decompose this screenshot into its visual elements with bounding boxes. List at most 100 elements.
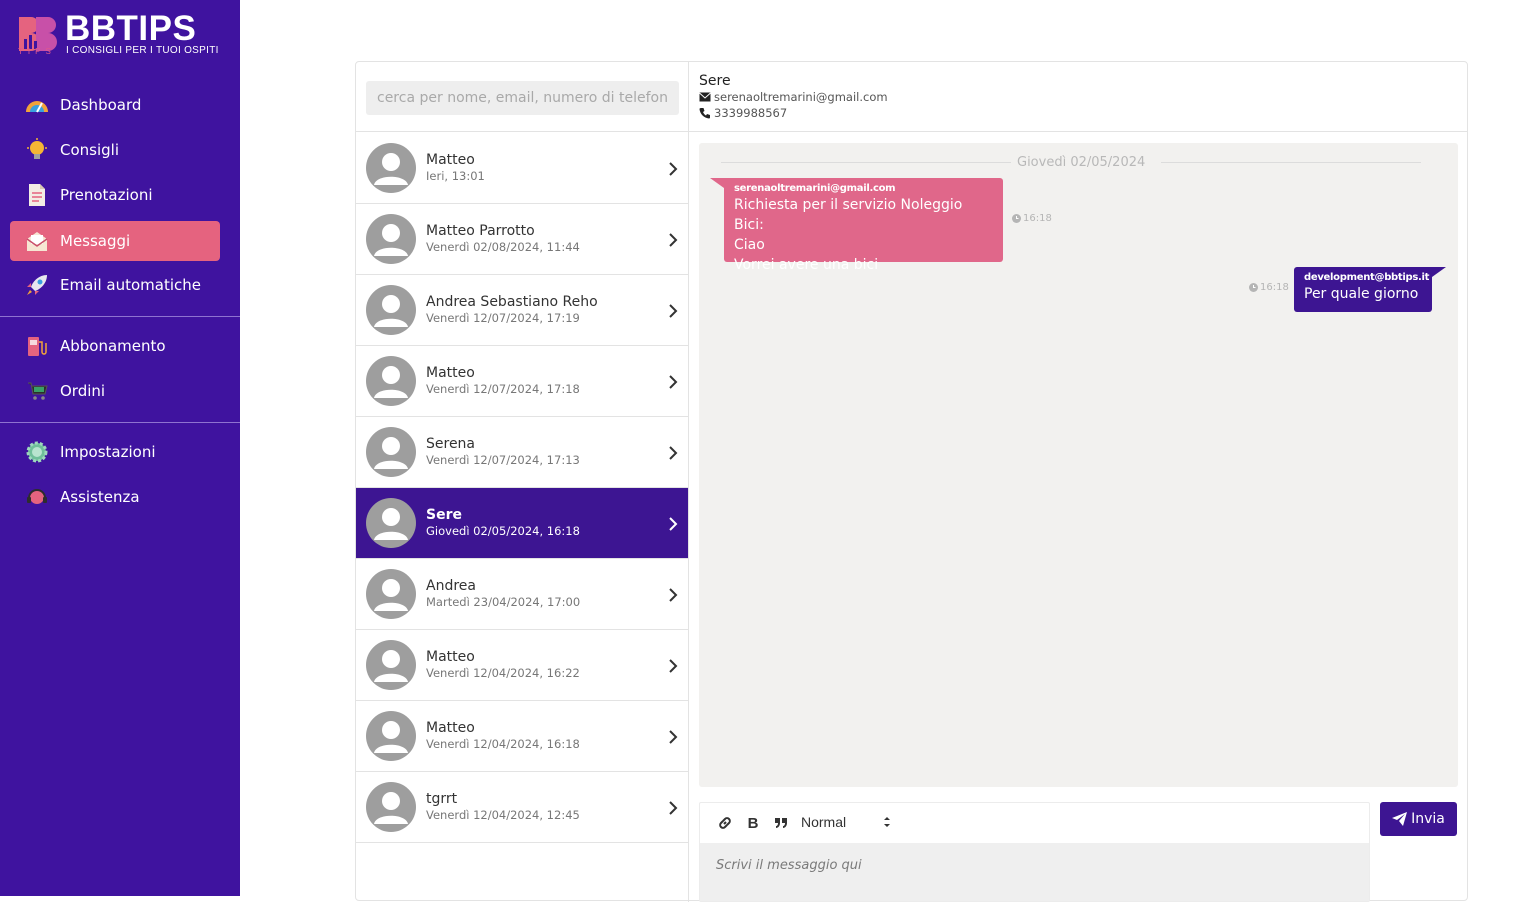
contact-row[interactable]: Matteo Venerdì 12/04/2024, 16:22 [356,630,688,701]
editor-toolbar: B Normal [700,803,1369,843]
contact-date: Giovedì 02/05/2024, 16:18 [426,524,580,538]
chat-messages-area[interactable]: Giovedì 02/05/2024 serenaoltremarini@gma… [699,143,1458,787]
contact-row[interactable]: Matteo Parrotto Venerdì 02/08/2024, 11:44 [356,204,688,275]
contact-date: Ieri, 13:01 [426,169,485,183]
brand-logo[interactable]: BBTIPS TIPS I CONSIGLI PER I TUOI OSPITI [16,9,218,60]
contact-row[interactable]: Matteo Venerdì 12/04/2024, 16:18 [356,701,688,772]
phone-icon [699,108,710,119]
message-sender: serenaoltremarini@gmail.com [734,183,896,194]
chat-header: Sere serenaoltremarini@gmail.com 3339988… [689,62,1467,132]
cart-icon [24,378,50,404]
sidebar-item-label: Impostazioni [60,443,156,461]
sidebar-item-assistenza[interactable]: Assistenza [10,477,220,517]
bubble-tail [1432,267,1446,277]
contact-date: Venerdì 12/04/2024, 12:45 [426,808,580,822]
contact-name: Matteo [426,365,475,381]
select-arrows-icon [884,817,890,827]
chevron-right-icon [667,232,679,247]
sidebar-item-label: Ordini [60,382,106,400]
contact-date: Venerdì 12/04/2024, 16:18 [426,737,580,751]
avatar-icon [366,143,416,193]
avatar-icon [366,569,416,619]
sidebar-item-label: Abbonamento [60,337,166,355]
lightbulb-icon [24,137,50,163]
contact-name: Andrea Sebastiano Reho [426,294,598,310]
time-text: 16:18 [1023,213,1052,224]
sidebar-item-impostazioni[interactable]: Impostazioni [10,432,220,472]
phone-text: 3339988567 [714,106,788,120]
sidebar: BBTIPS TIPS I CONSIGLI PER I TUOI OSPITI… [0,0,240,896]
contact-name: Sere [426,507,462,523]
separator-line [721,162,1011,163]
incoming-message: serenaoltremarini@gmail.com Richiesta pe… [710,178,1003,273]
contact-row[interactable]: Matteo Ieri, 13:01 [356,133,688,204]
format-select-value: Normal [801,814,847,830]
chat-contact-phone: 3339988567 [699,106,787,120]
link-icon[interactable] [714,812,736,834]
email-text: serenaoltremarini@gmail.com [714,90,888,104]
messages-panel: MatteoIeri, 13:01Matteo ParrottoVenerdì … [355,61,1468,902]
contact-date: Venerdì 12/07/2024, 17:19 [426,311,580,325]
message-editor[interactable]: Scrivi il messaggio qui [700,843,1369,901]
avatar-icon [366,498,416,548]
day-separator: Giovedì 02/05/2024 [721,155,1421,171]
contact-row[interactable]: Matteo Venerdì 12/07/2024, 17:18 [356,346,688,417]
sidebar-item-label: Assistenza [60,488,140,506]
sidebar-item-ordini[interactable]: Ordini [10,371,220,411]
contact-row[interactable]: Serena Venerdì 12/07/2024, 17:13 [356,417,688,488]
contact-name: tgrrt [426,791,458,807]
sidebar-item-label: Prenotazioni [60,186,153,204]
day-label: Giovedì 02/05/2024 [1011,155,1152,170]
headset-icon [24,484,50,510]
format-select[interactable]: Normal [801,814,891,832]
chevron-right-icon [667,729,679,744]
sidebar-item-label: Consigli [60,141,119,159]
contact-row[interactable]: Andrea Sebastiano Reho Venerdì 12/07/2024… [356,275,688,346]
avatar-icon [366,285,416,335]
contact-date: Venerdì 02/08/2024, 11:44 [426,240,580,254]
message-text: Per quale giorno [1304,286,1419,302]
chevron-right-icon [667,303,679,318]
sidebar-divider [0,316,240,317]
clock-icon [1249,283,1258,292]
avatar-icon [366,427,416,477]
message-text: Richiesta per il servizio Noleggio Bici:… [734,197,963,273]
brand-title: BBTIPS [65,9,197,48]
sidebar-item-consigli[interactable]: Consigli [10,130,220,170]
contact-row[interactable]: Sere Giovedì 02/05/2024, 16:18 [356,488,688,559]
bubble-tail [710,178,724,188]
brand-tips: TIPS [18,47,56,56]
send-button[interactable]: Invia [1380,802,1457,836]
contact-date: Venerdì 12/07/2024, 17:18 [426,382,580,396]
chat-contact-name: Sere [699,73,731,89]
contact-name: Andrea [426,578,476,594]
chat-column: Sere serenaoltremarini@gmail.com 3339988… [689,62,1467,902]
sidebar-divider [0,422,240,423]
contact-row[interactable]: tgrrt Venerdì 12/04/2024, 12:45 [356,772,688,843]
chevron-right-icon [667,516,679,531]
chevron-right-icon [667,161,679,176]
sidebar-item-messaggi[interactable]: Messaggi [10,221,220,261]
bold-button[interactable]: B [742,812,764,834]
document-icon [24,182,50,208]
sidebar-item-label: Email automatiche [60,276,201,294]
contact-row[interactable]: Andrea Martedì 23/04/2024, 17:00 [356,559,688,630]
chevron-right-icon [667,445,679,460]
contact-date: Martedì 23/04/2024, 17:00 [426,595,581,609]
sidebar-item-abbonamento[interactable]: Abbonamento [10,326,220,366]
search-input[interactable] [366,81,679,115]
contact-date: Venerdì 12/04/2024, 16:22 [426,666,580,680]
contact-name: Matteo Parrotto [426,223,535,239]
search-bar [356,62,688,132]
contact-name: Matteo [426,649,475,665]
speedometer-icon [24,92,50,118]
sidebar-item-prenotazioni[interactable]: Prenotazioni [10,175,220,215]
sidebar-item-dashboard[interactable]: Dashboard [10,85,220,125]
paper-plane-icon [1392,812,1408,826]
envelope-icon [699,92,711,102]
gear-icon [24,439,50,465]
quote-icon[interactable] [770,812,792,834]
chevron-right-icon [667,658,679,673]
separator-line [1161,162,1421,163]
sidebar-item-email-automatiche[interactable]: Email automatiche [10,265,220,305]
